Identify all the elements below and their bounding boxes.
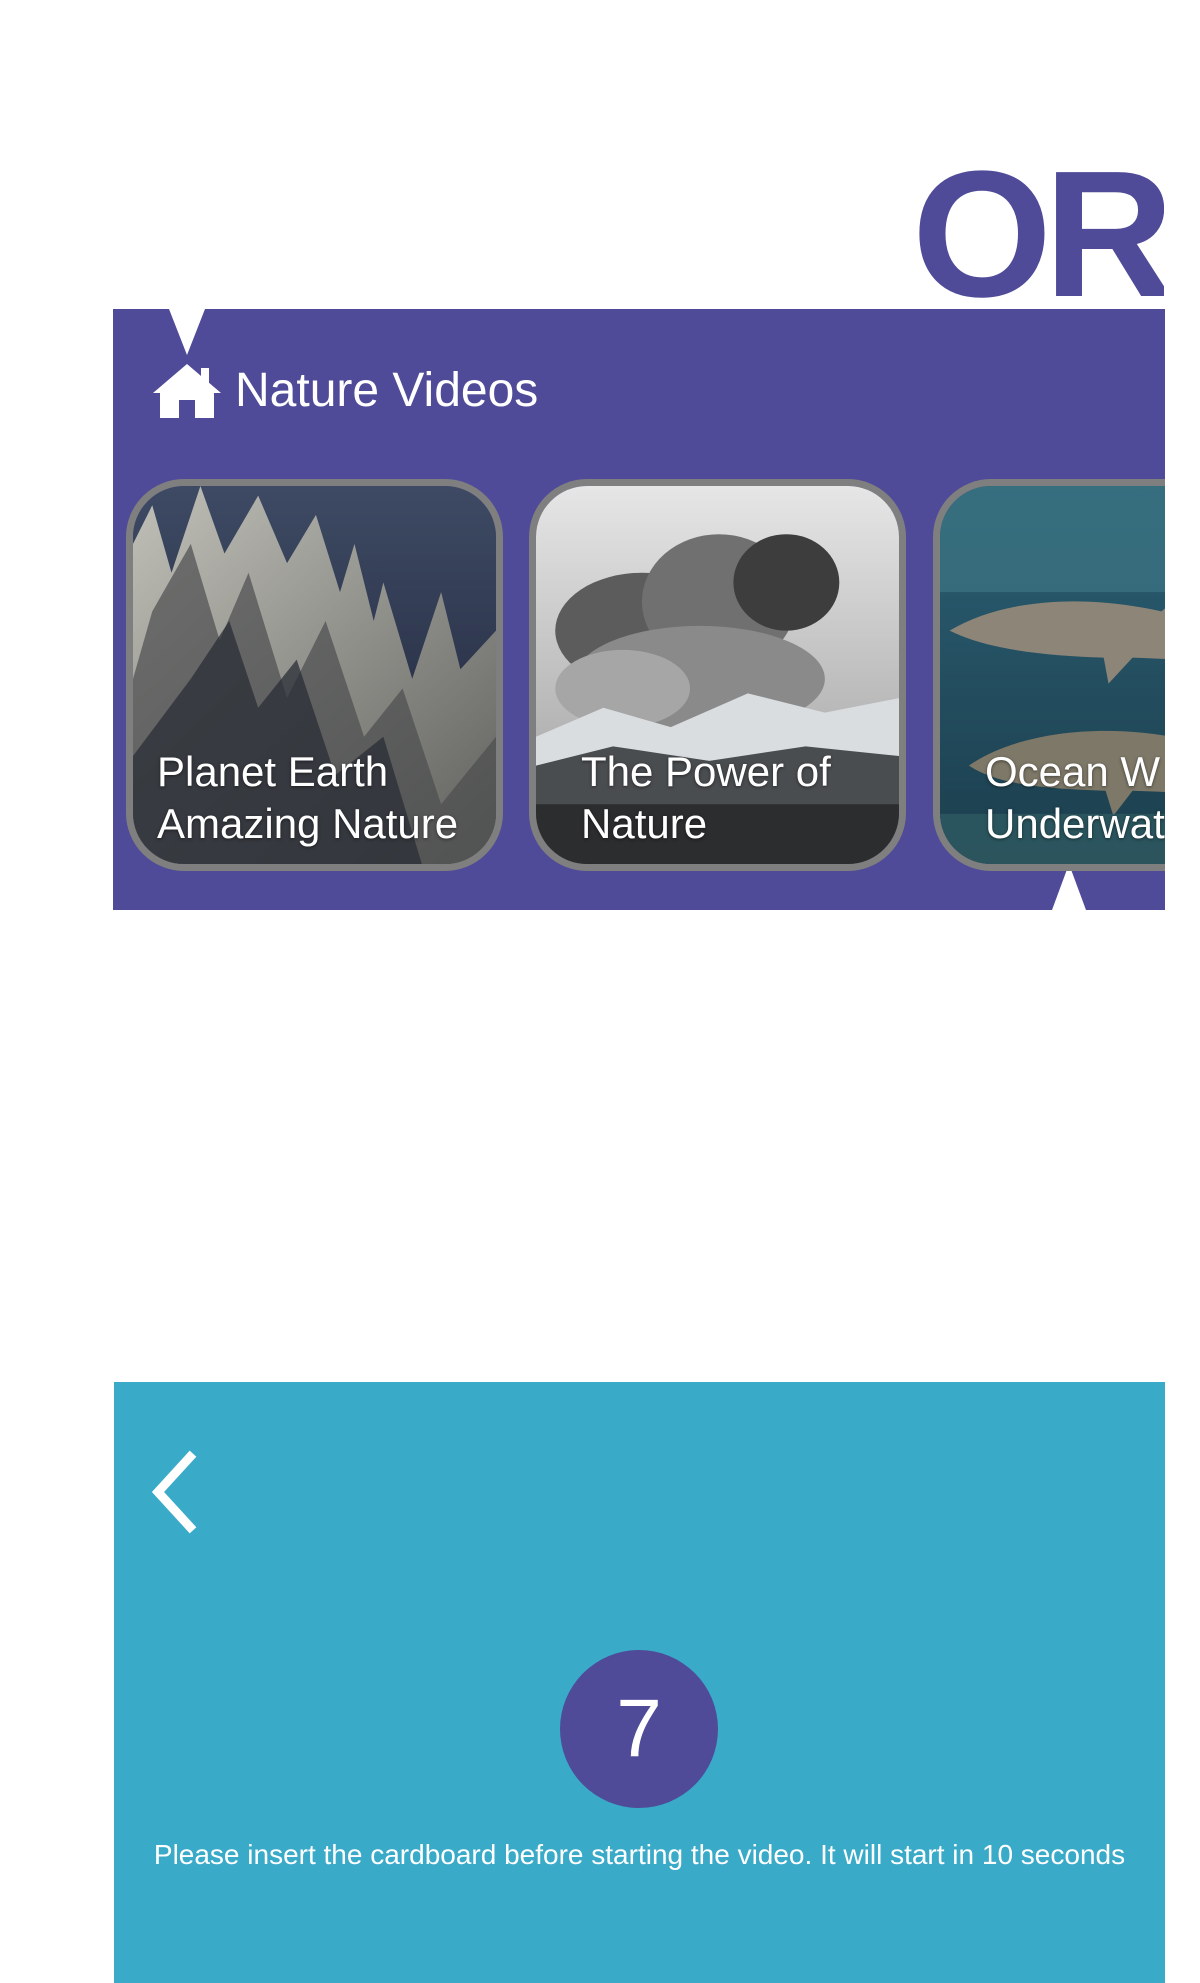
panel-notch-top — [169, 309, 205, 355]
chevron-left-icon — [151, 1450, 197, 1534]
countdown-number: 7 — [616, 1683, 662, 1774]
back-button[interactable] — [144, 1447, 204, 1537]
video-card-title: The Power of Nature — [581, 748, 831, 847]
panel-header[interactable]: Nature Videos — [151, 361, 538, 421]
video-player-panel: 7 Please insert the cardboard before sta… — [114, 1382, 1165, 1983]
video-card-title: Planet Earth Amazing Nature — [157, 748, 459, 847]
cardboard-instruction: Please insert the cardboard before start… — [153, 1839, 1126, 1870]
home-icon — [153, 364, 221, 418]
video-card-ocean[interactable]: Ocean W Underwat — [933, 479, 1165, 871]
panel-title: Nature Videos — [235, 364, 539, 417]
brand-title: OR — [912, 150, 1164, 320]
countdown-badge: 7 — [560, 1650, 718, 1808]
video-card-title: Ocean W Underwat — [985, 748, 1165, 847]
video-card-planet-earth[interactable]: Planet Earth Amazing Nature — [126, 479, 503, 871]
video-card-power-of-nature[interactable]: The Power of Nature — [529, 479, 906, 871]
nature-videos-panel: Nature Videos Planet Earth Amazing Natur… — [113, 309, 1165, 910]
